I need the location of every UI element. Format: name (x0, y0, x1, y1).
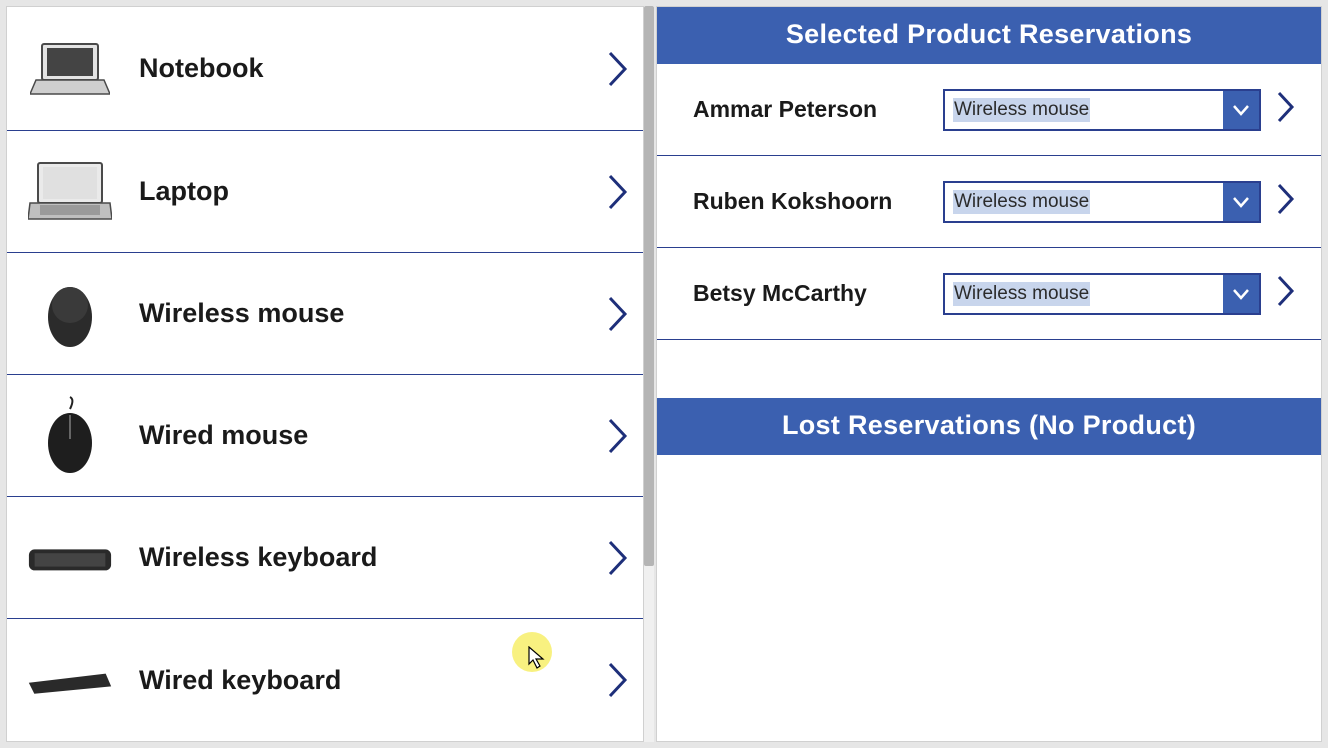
dropdown-value: Wireless mouse (945, 91, 1223, 129)
product-row[interactable]: Wired keyboard (7, 619, 643, 741)
chevron-right-icon (607, 661, 629, 699)
product-label: Notebook (113, 53, 607, 84)
reserver-name: Ruben Kokshoorn (693, 188, 943, 215)
spacer (657, 340, 1321, 398)
chevron-down-icon[interactable] (1223, 183, 1259, 221)
chevron-right-icon[interactable] (1277, 275, 1297, 312)
product-row[interactable]: Wireless mouse (7, 253, 643, 375)
product-list-panel: Notebook Laptop (6, 6, 644, 742)
reserver-name: Betsy McCarthy (693, 280, 943, 307)
product-label: Wired mouse (113, 420, 607, 451)
chevron-right-icon (607, 50, 629, 88)
product-thumb-wireless-keyboard (27, 519, 113, 597)
reservation-row: Ammar Peterson Wireless mouse (657, 64, 1321, 156)
product-row[interactable]: Wireless keyboard (7, 497, 643, 619)
chevron-right-icon (607, 295, 629, 333)
product-thumb-notebook (27, 30, 113, 108)
reservation-row: Betsy McCarthy Wireless mouse (657, 248, 1321, 340)
product-row[interactable]: Laptop (7, 131, 643, 253)
reserver-name: Ammar Peterson (693, 96, 943, 123)
dropdown-value: Wireless mouse (945, 275, 1223, 313)
product-thumb-wired-mouse (27, 397, 113, 475)
chevron-down-icon[interactable] (1223, 91, 1259, 129)
chevron-right-icon[interactable] (1277, 91, 1297, 128)
scrollbar-track[interactable] (644, 6, 654, 742)
product-label: Laptop (113, 176, 607, 207)
product-dropdown[interactable]: Wireless mouse (943, 89, 1261, 131)
reservations-panel: Selected Product Reservations Ammar Pete… (656, 6, 1322, 742)
chevron-right-icon (607, 173, 629, 211)
product-row[interactable]: Notebook (7, 7, 643, 131)
product-thumb-wireless-mouse (27, 275, 113, 353)
product-thumb-laptop (27, 153, 113, 231)
app-root: Notebook Laptop (0, 0, 1328, 748)
dropdown-value: Wireless mouse (945, 183, 1223, 221)
product-label: Wired keyboard (113, 665, 607, 696)
reservation-row: Ruben Kokshoorn Wireless mouse (657, 156, 1321, 248)
product-dropdown[interactable]: Wireless mouse (943, 273, 1261, 315)
selected-reservations-header: Selected Product Reservations (657, 7, 1321, 64)
product-label: Wireless mouse (113, 298, 607, 329)
product-dropdown[interactable]: Wireless mouse (943, 181, 1261, 223)
chevron-right-icon (607, 417, 629, 455)
product-thumb-wired-keyboard (27, 641, 113, 719)
chevron-right-icon[interactable] (1277, 183, 1297, 220)
product-row[interactable]: Wired mouse (7, 375, 643, 497)
chevron-right-icon (607, 539, 629, 577)
product-label: Wireless keyboard (113, 542, 607, 573)
chevron-down-icon[interactable] (1223, 275, 1259, 313)
lost-reservations-header: Lost Reservations (No Product) (657, 398, 1321, 455)
scrollbar-thumb[interactable] (644, 6, 654, 566)
